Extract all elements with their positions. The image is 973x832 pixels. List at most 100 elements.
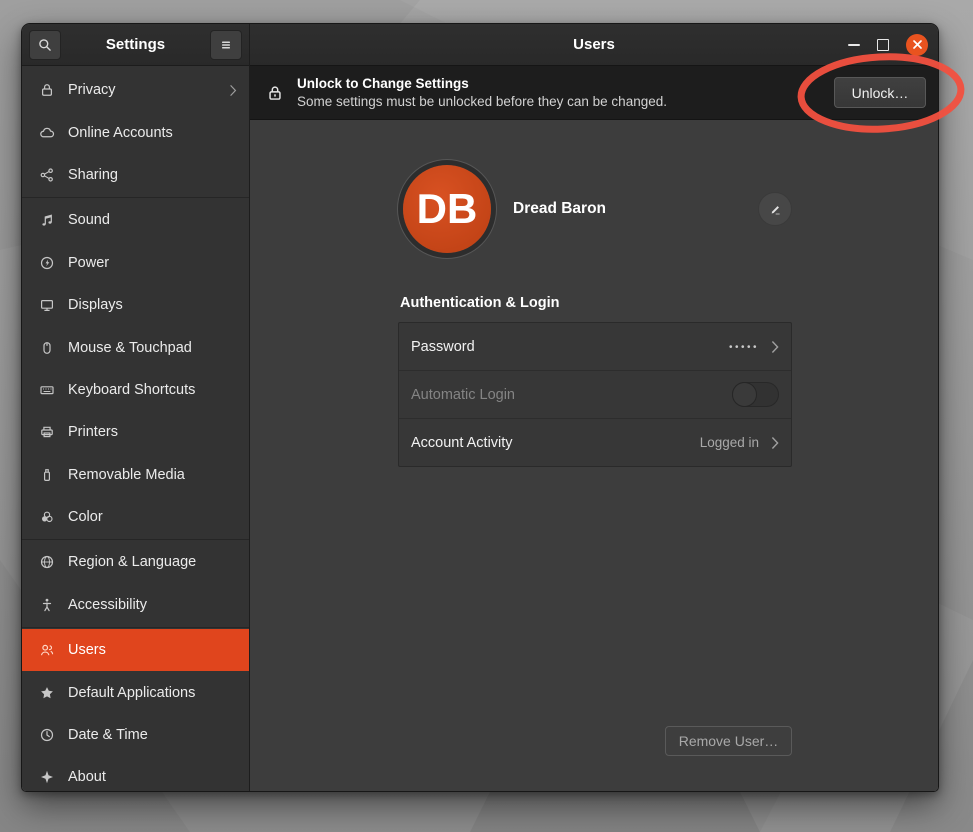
- sidebar-item-label: Date & Time: [68, 727, 148, 743]
- sidebar-item-label: Removable Media: [68, 467, 185, 483]
- banner-subtitle: Some settings must be unlocked before th…: [297, 93, 821, 111]
- toggle-knob: [732, 382, 757, 407]
- sidebar-item-region-language[interactable]: Region & Language: [22, 541, 249, 583]
- sidebar-item-date-time[interactable]: Date & Time: [22, 714, 249, 756]
- unlock-button[interactable]: Unlock…: [834, 77, 926, 108]
- display-icon: [38, 297, 55, 314]
- sidebar-item-sound[interactable]: Sound: [22, 199, 249, 241]
- password-dots: •••••: [729, 342, 759, 353]
- settings-window: Settings Privacy Online Accounts Sharing So…: [21, 23, 939, 792]
- sidebar-item-label: Region & Language: [68, 554, 196, 570]
- banner-text: Unlock to Change Settings Some settings …: [297, 75, 821, 110]
- sidebar-item-accessibility[interactable]: Accessibility: [22, 584, 249, 626]
- mouse-icon: [38, 339, 55, 356]
- sidebar-item-online-accounts[interactable]: Online Accounts: [22, 111, 249, 153]
- sidebar-item-displays[interactable]: Displays: [22, 284, 249, 326]
- sidebar-item-label: Accessibility: [68, 597, 147, 613]
- avatar[interactable]: DB: [403, 165, 491, 253]
- account-activity-value: Logged in: [700, 435, 759, 450]
- sidebar-separator: [22, 627, 249, 628]
- chevron-right-icon: [771, 436, 779, 450]
- edit-name-button[interactable]: [758, 192, 792, 226]
- sidebar-headerbar: Settings: [22, 24, 249, 66]
- desktop: { "sidebar_header": { "title": "Settings…: [0, 0, 973, 832]
- usb-drive-icon: [38, 466, 55, 483]
- sidebar-separator: [22, 197, 249, 198]
- minimize-button[interactable]: [848, 44, 860, 46]
- sidebar-list: Privacy Online Accounts Sharing Sound Power D…: [22, 66, 249, 791]
- page-title: Users: [573, 36, 615, 53]
- sparkle-icon: [38, 769, 55, 786]
- user-identity: DB Dread Baron: [398, 159, 792, 259]
- sidebar-item-color[interactable]: Color: [22, 496, 249, 538]
- power-icon: [38, 254, 55, 271]
- star-icon: [38, 684, 55, 701]
- clock-icon: [38, 727, 55, 744]
- color-circles-icon: [38, 509, 55, 526]
- sidebar-item-default-applications[interactable]: Default Applications: [22, 671, 249, 713]
- avatar-initials: DB: [417, 185, 478, 233]
- password-row[interactable]: Password •••••: [399, 323, 791, 370]
- sidebar-item-printers[interactable]: Printers: [22, 411, 249, 453]
- cloud-icon: [38, 124, 55, 141]
- sidebar-item-about[interactable]: About: [22, 756, 249, 791]
- music-note-icon: [38, 212, 55, 229]
- sidebar-item-label: Online Accounts: [68, 125, 173, 141]
- accessibility-icon: [38, 596, 55, 613]
- remove-user-button[interactable]: Remove User…: [665, 726, 792, 756]
- sidebar-item-label: Sound: [68, 212, 110, 228]
- sidebar-item-keyboard-shortcuts[interactable]: Keyboard Shortcuts: [22, 369, 249, 411]
- sidebar: Settings Privacy Online Accounts Sharing So…: [22, 24, 250, 791]
- sidebar-item-power[interactable]: Power: [22, 242, 249, 284]
- automatic-login-label: Automatic Login: [411, 387, 724, 403]
- share-icon: [38, 166, 55, 183]
- users-panel: Users Unlock to Change Settings Some set…: [250, 24, 938, 791]
- users-icon: [38, 642, 55, 659]
- password-label: Password: [411, 339, 721, 355]
- section-title: Authentication & Login: [400, 295, 559, 311]
- sidebar-item-sharing[interactable]: Sharing: [22, 154, 249, 196]
- sidebar-item-users[interactable]: Users: [22, 629, 249, 671]
- menu-button[interactable]: [210, 30, 242, 60]
- settings-title: Settings: [106, 36, 165, 53]
- sidebar-item-privacy[interactable]: Privacy: [22, 69, 249, 111]
- sidebar-item-removable-media[interactable]: Removable Media: [22, 454, 249, 496]
- sidebar-item-label: Sharing: [68, 167, 118, 183]
- automatic-login-toggle[interactable]: [732, 382, 779, 407]
- maximize-button[interactable]: [877, 39, 889, 51]
- headerbar: Users: [250, 24, 938, 66]
- chevron-right-icon: [229, 84, 237, 97]
- close-icon: [912, 39, 923, 50]
- content-area: DB Dread Baron Authentication & Login Pa…: [250, 120, 938, 791]
- sidebar-item-label: About: [68, 769, 106, 785]
- sidebar-item-label: Mouse & Touchpad: [68, 340, 192, 356]
- account-activity-label: Account Activity: [411, 435, 692, 451]
- account-activity-row[interactable]: Account Activity Logged in: [399, 418, 791, 466]
- sidebar-item-label: Power: [68, 255, 109, 271]
- pencil-icon: [768, 202, 783, 217]
- user-name: Dread Baron: [513, 200, 758, 218]
- sidebar-item-label: Color: [68, 509, 103, 525]
- sidebar-item-label: Displays: [68, 297, 123, 313]
- automatic-login-row: Automatic Login: [399, 370, 791, 418]
- lock-icon: [266, 84, 284, 102]
- globe-icon: [38, 554, 55, 571]
- unlock-banner: Unlock to Change Settings Some settings …: [250, 66, 938, 120]
- sidebar-item-label: Keyboard Shortcuts: [68, 382, 195, 398]
- sidebar-item-label: Users: [68, 642, 106, 658]
- keyboard-icon: [38, 381, 55, 398]
- hamburger-menu-icon: [218, 37, 234, 53]
- search-icon: [37, 37, 53, 53]
- banner-title: Unlock to Change Settings: [297, 75, 821, 93]
- sidebar-item-label: Privacy: [68, 82, 116, 98]
- chevron-right-icon: [771, 340, 779, 354]
- close-button[interactable]: [906, 34, 928, 56]
- sidebar-item-label: Printers: [68, 424, 118, 440]
- sidebar-separator: [22, 539, 249, 540]
- search-button[interactable]: [29, 30, 61, 60]
- sidebar-item-mouse-touchpad[interactable]: Mouse & Touchpad: [22, 326, 249, 368]
- lock-icon: [38, 82, 55, 99]
- sidebar-item-label: Default Applications: [68, 685, 195, 701]
- auth-card: Password ••••• Automatic Login Account A…: [398, 322, 792, 467]
- printer-icon: [38, 424, 55, 441]
